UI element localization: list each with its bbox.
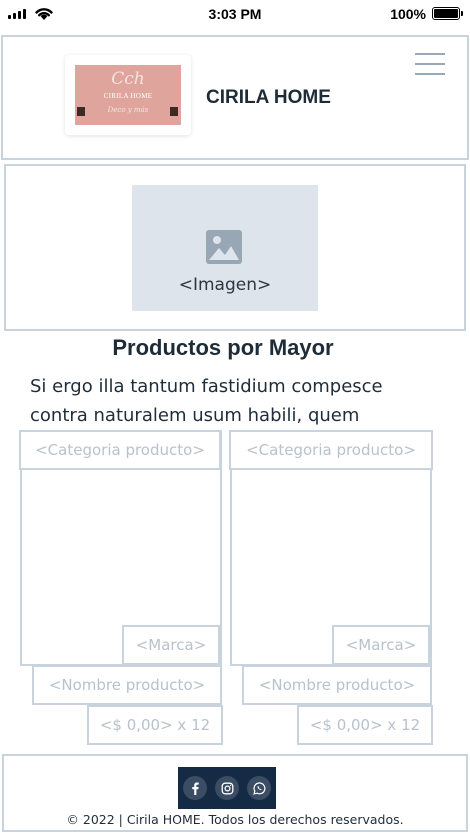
product-category: <Categoria producto>: [19, 430, 221, 470]
site-header: Cch CIRILA HOME Deco y más CIRILA HOME: [1, 35, 469, 160]
hamburger-icon[interactable]: [415, 53, 445, 75]
logo-script-text: Cch: [111, 69, 145, 89]
social-links: [178, 767, 276, 809]
status-bar: 3:03 PM 100%: [0, 0, 470, 28]
section-title: Productos por Mayor: [112, 335, 334, 360]
product-brand: <Marca>: [122, 625, 220, 665]
logo-decoration: [170, 107, 178, 116]
product-price: <$ 0,00> x 12: [87, 705, 223, 745]
logo-name-text: CIRILA HOME: [103, 92, 153, 100]
product-price: <$ 0,00> x 12: [297, 705, 433, 745]
logo-link[interactable]: Cch CIRILA HOME Deco y más: [65, 55, 191, 135]
image-icon: [206, 230, 242, 264]
product-brand: <Marca>: [332, 625, 430, 665]
site-footer: © 2022 | Cirila HOME. Todos los derechos…: [2, 754, 468, 832]
facebook-icon[interactable]: [183, 776, 207, 800]
logo-decoration: [77, 107, 85, 116]
logo-tagline-text: Deco y más: [107, 106, 149, 114]
copyright-text: © 2022 | Cirila HOME. Todos los derechos…: [66, 812, 404, 827]
brand-name[interactable]: CIRILA HOME: [206, 87, 331, 109]
instagram-icon[interactable]: [215, 776, 239, 800]
image-label: <Imagen>: [178, 275, 272, 295]
product-name[interactable]: <Nombre producto>: [242, 665, 432, 705]
whatsapp-icon[interactable]: [247, 776, 271, 800]
product-category: <Categoria producto>: [229, 430, 433, 470]
logo-image: Cch CIRILA HOME Deco y más: [75, 65, 181, 125]
battery-icon: [432, 7, 463, 20]
battery-percent: 100%: [390, 6, 426, 22]
hero-image-placeholder: <Imagen>: [132, 185, 318, 311]
hero-section: <Imagen>: [4, 164, 466, 331]
product-name[interactable]: <Nombre producto>: [32, 665, 222, 705]
section-body: Si ergo illa tantum fastidium compesce c…: [30, 376, 383, 426]
